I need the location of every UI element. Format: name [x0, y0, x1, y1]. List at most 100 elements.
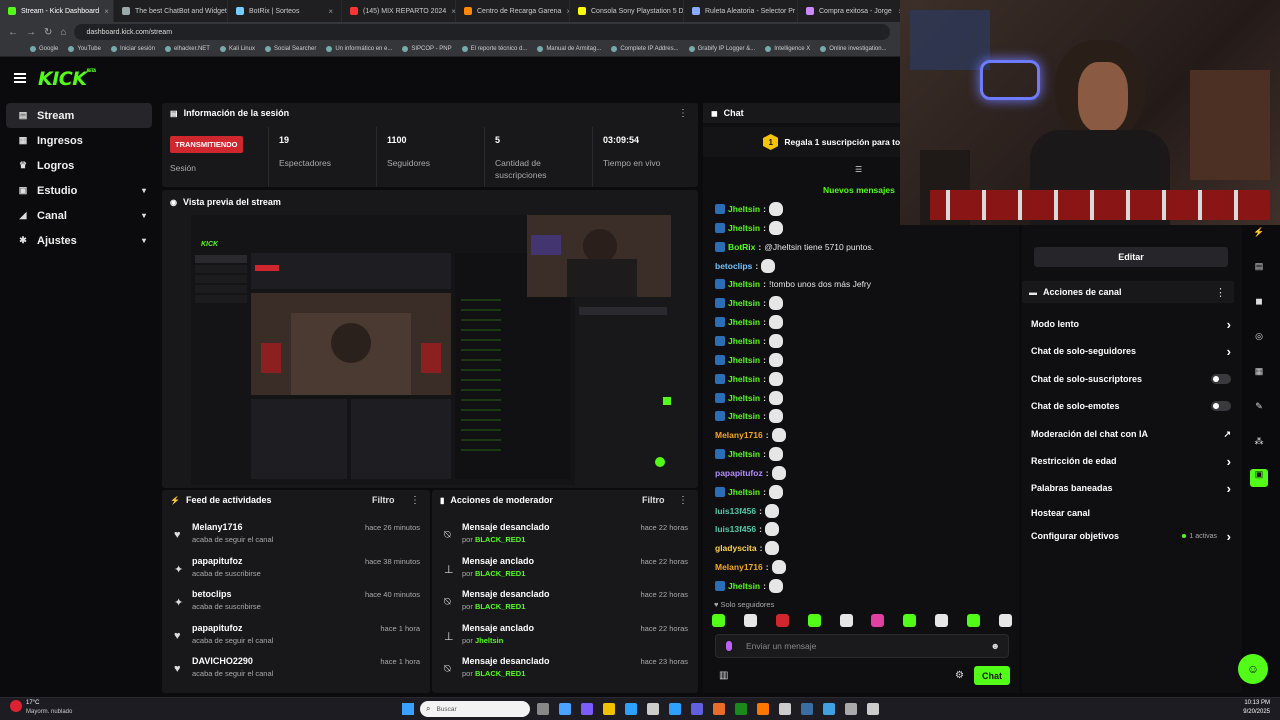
chat-username[interactable]: Jheltsin	[728, 279, 760, 289]
sidebar-item-ajustes[interactable]: ✱ Ajustes ▾	[6, 228, 152, 253]
channel-action[interactable]: Palabras baneadas ›	[1031, 479, 1231, 497]
browser-tab[interactable]: Compra exitosa - Jorge×	[798, 0, 912, 22]
toggle-switch[interactable]	[1211, 401, 1231, 411]
feed-item[interactable]: ✦ betoclips acaba de suscribirse hace 40 mi…	[162, 587, 430, 620]
emote-icon[interactable]	[967, 614, 980, 627]
browser-tab[interactable]: The best ChatBot and Widgets×	[114, 0, 228, 22]
feed-item[interactable]: ♥ papapitufoz acaba de seguir el canal hace…	[162, 621, 430, 654]
mod-item[interactable]: ⍉ Mensaje desanclado por BLACK_RED1 hace 22…	[432, 587, 698, 620]
collapse-icon[interactable]: ☰	[855, 165, 862, 174]
stream-preview[interactable]: KICK	[191, 215, 671, 485]
feed-user[interactable]: betoclips	[192, 589, 232, 599]
feed-user[interactable]: Melany1716	[192, 522, 243, 532]
app-rail-icon[interactable]: ▣	[1250, 469, 1268, 487]
reload-icon[interactable]: ↻	[44, 27, 52, 38]
taskbar-app-icon[interactable]	[779, 703, 791, 715]
help-chat-icon[interactable]: ☺	[1238, 654, 1268, 684]
chat-settings-icon[interactable]: ⚙	[955, 670, 964, 681]
emote-icon[interactable]	[712, 614, 725, 627]
browser-tab[interactable]: BotRix | Sorteos ×	[228, 0, 342, 22]
taskbar-app-icon[interactable]	[757, 703, 769, 715]
browser-tab[interactable]: (145) MIX REPARTO 2024 ×	[342, 0, 456, 22]
emoji-icon[interactable]: ☻	[991, 641, 1000, 651]
bookmark[interactable]: elhacker.NET	[164, 46, 210, 52]
channel-action[interactable]: Chat de solo-emotes	[1031, 397, 1231, 415]
bookmark[interactable]: El reporte técnico d...	[461, 46, 527, 52]
url-field[interactable]: dashboard.kick.com/stream	[74, 24, 890, 40]
taskbar-app-icon[interactable]	[845, 703, 857, 715]
taskbar-app-icon[interactable]	[669, 703, 681, 715]
feed-user[interactable]: DAVICHO2290	[192, 656, 253, 666]
channel-action[interactable]: Moderación del chat con IA ↗	[1031, 425, 1231, 443]
feed-item[interactable]: ♥ Melany1716 acaba de seguir el canal hace …	[162, 520, 430, 553]
chat-username[interactable]: Jheltsin	[728, 581, 760, 591]
sidebar-item-logros[interactable]: ♛ Logros	[6, 153, 152, 178]
sidebar-item-stream[interactable]: ▤ Stream	[6, 103, 152, 128]
tools-rail-icon[interactable]: ✎	[1252, 401, 1266, 415]
chat-rail-icon[interactable]: ◼	[1252, 296, 1266, 310]
chat-username[interactable]: luis13f456	[715, 506, 756, 516]
sidebar-item-estudio[interactable]: ▣ Estudio ▾	[6, 178, 152, 203]
chat-username[interactable]: Jheltsin	[728, 411, 760, 421]
mod-kebab-icon[interactable]: ⋮	[678, 495, 688, 506]
mod-item[interactable]: ⊥ Mensaje anclado por BLACK_RED1 hace 22 ho…	[432, 554, 698, 587]
sidebar-item-canal[interactable]: ◢ Canal ▾	[6, 203, 152, 228]
taskbar-app-icon[interactable]	[559, 703, 571, 715]
chat-send-button[interactable]: Chat	[974, 666, 1010, 685]
sidebar-item-ingresos[interactable]: ▦ Ingresos	[6, 128, 152, 153]
taskbar-app-icon[interactable]	[537, 703, 549, 715]
chevron-down-icon[interactable]: ▾	[142, 236, 146, 245]
taskbar-app-icon[interactable]	[603, 703, 615, 715]
feed-item[interactable]: ✦ papapitufoz acaba de suscribirse hace 38 …	[162, 554, 430, 587]
tab-close-icon[interactable]: ×	[104, 7, 109, 16]
chat-username[interactable]: Jheltsin	[728, 487, 760, 497]
emote-icon[interactable]	[998, 614, 1012, 627]
taskbar-app-icon[interactable]	[691, 703, 703, 715]
bookmark[interactable]: Grabify IP Logger &...	[688, 46, 755, 52]
mod-user[interactable]: BLACK_RED1	[475, 669, 525, 678]
actions-kebab-icon[interactable]: ⋮	[1215, 286, 1226, 299]
taskbar-app-icon[interactable]	[713, 703, 725, 715]
gift-banner[interactable]: 1 Regala 1 suscripción para ton	[703, 127, 901, 157]
mod-filter-button[interactable]: Filtro	[642, 495, 665, 505]
kebab-icon[interactable]: ⋮	[678, 108, 688, 119]
chevron-down-icon[interactable]: ▾	[142, 211, 146, 220]
chat-username[interactable]: Jheltsin	[728, 355, 760, 365]
channel-action[interactable]: Modo lento ›	[1031, 315, 1231, 333]
taskbar-app-icon[interactable]	[801, 703, 813, 715]
back-icon[interactable]: ←	[8, 27, 18, 38]
bookmark[interactable]: Un informático en e...	[326, 46, 392, 52]
chat-username[interactable]: luis13f456	[715, 524, 756, 534]
emote-icon[interactable]	[871, 614, 885, 627]
share-rail-icon[interactable]: ⁂	[1252, 436, 1266, 450]
mod-item[interactable]: ⍉ Mensaje desanclado por BLACK_RED1 hace 22…	[432, 520, 698, 553]
forward-icon[interactable]: →	[26, 27, 36, 38]
edit-button[interactable]: Editar	[1034, 247, 1228, 267]
bookmark[interactable]: SIPCOP - PNP	[402, 46, 452, 52]
gift-icon[interactable]: ▥	[719, 670, 728, 681]
emote-icon[interactable]	[807, 614, 821, 627]
channel-action[interactable]: Configurar objetivos › 1 activas	[1031, 527, 1231, 545]
bookmark[interactable]: Intelligence X	[765, 46, 810, 52]
channel-action[interactable]: Chat de solo-seguidores ›	[1031, 342, 1231, 360]
chat-username[interactable]: Jheltsin	[728, 374, 760, 384]
chat-username[interactable]: Jheltsin	[728, 393, 760, 403]
browser-tab[interactable]: Stream - Kick Dashboard ×	[0, 0, 114, 22]
channel-action[interactable]: Chat de solo-suscriptores	[1031, 370, 1231, 388]
taskbar-app-icon[interactable]	[581, 703, 593, 715]
feed-user[interactable]: papapitufoz	[192, 556, 243, 566]
chat-username[interactable]: Jheltsin	[728, 449, 760, 459]
layout-rail-icon[interactable]: ▦	[1252, 366, 1266, 380]
feed-user[interactable]: papapitufoz	[192, 623, 243, 633]
channel-action[interactable]: Hostear canal	[1031, 504, 1231, 522]
taskbar-app-icon[interactable]	[647, 703, 659, 715]
emote-icon[interactable]	[775, 614, 789, 627]
kick-logo[interactable]: KICKBETA	[38, 68, 96, 90]
browser-tab[interactable]: Ruleta Aleatoria - Selector Pr×	[684, 0, 798, 22]
bookmark[interactable]: Kali Linux	[219, 46, 255, 52]
toggle-switch[interactable]	[1211, 374, 1231, 384]
bookmark[interactable]: Iniciar sesión	[110, 46, 155, 52]
bookmark[interactable]: Online investigation...	[820, 46, 887, 52]
bookmark[interactable]: Complete IP Addres...	[611, 46, 679, 52]
bookmark[interactable]: Google	[30, 46, 58, 52]
